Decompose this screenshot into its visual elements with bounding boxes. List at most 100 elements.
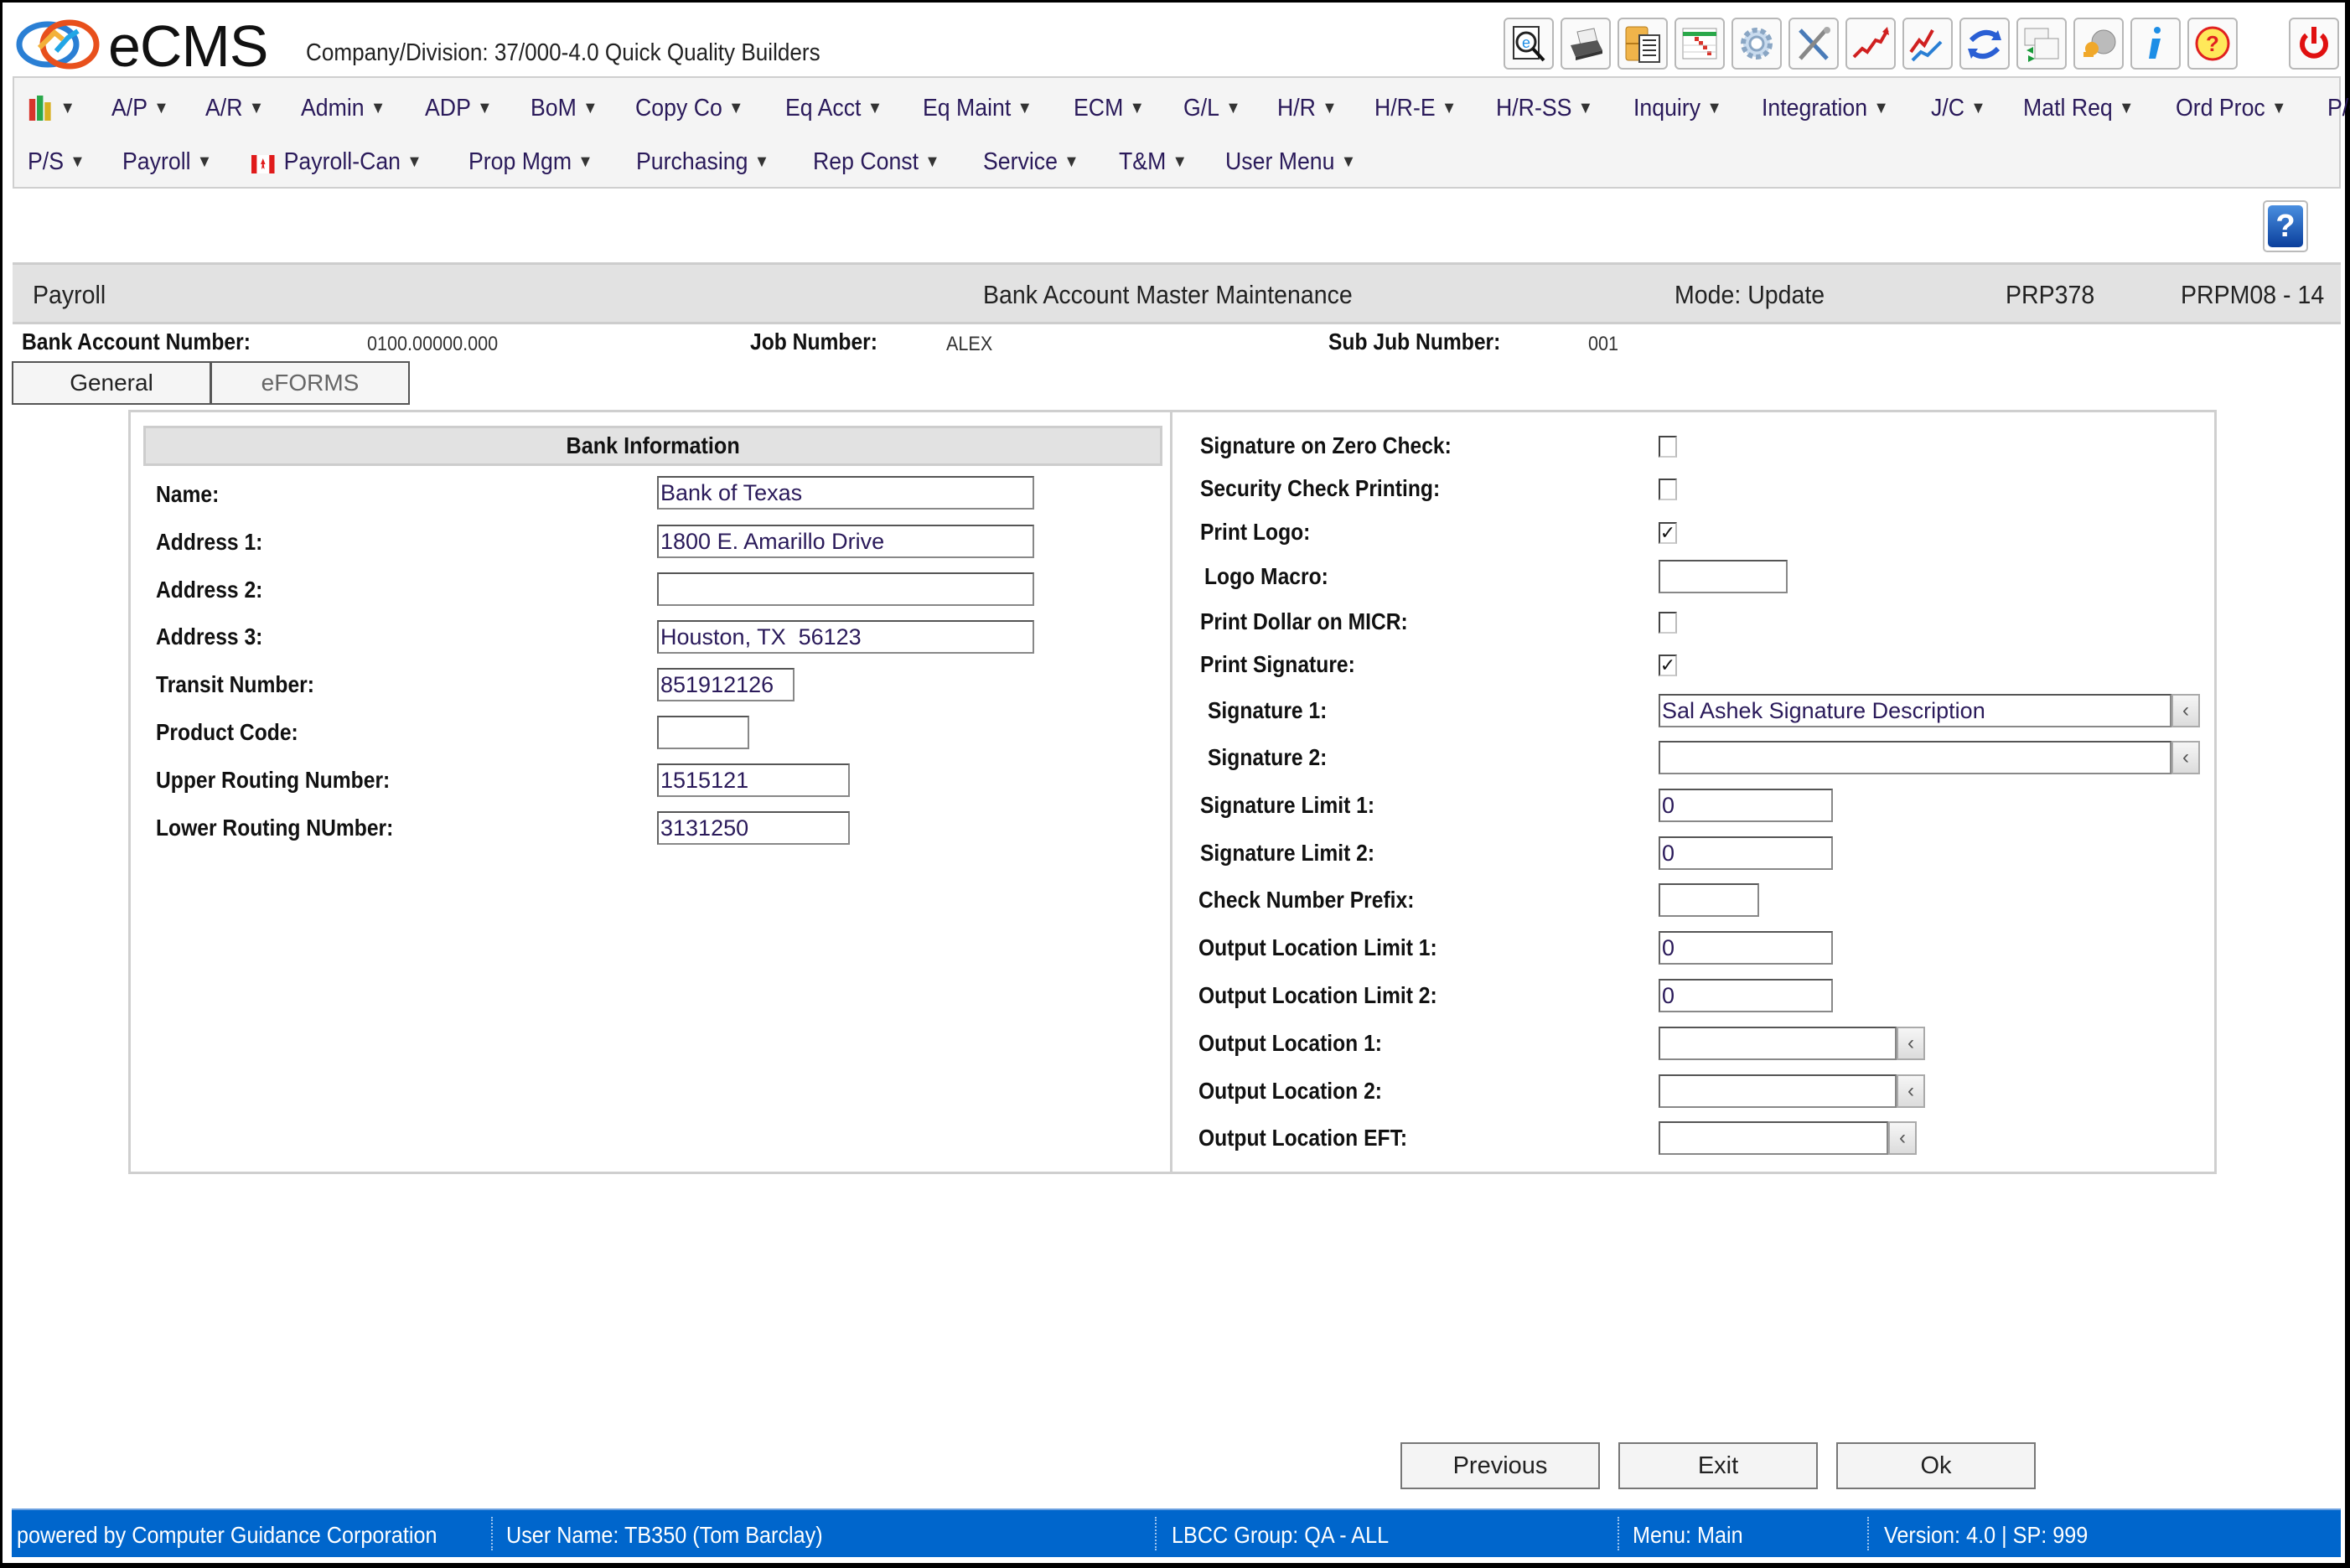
chevron-down-icon: ▼ xyxy=(1224,98,1241,117)
signature-limit-2-input[interactable] xyxy=(1659,836,1833,870)
menu-g-l[interactable]: G/L ▼ xyxy=(1183,95,1241,122)
output-location-2-input[interactable] xyxy=(1659,1074,1897,1108)
menu-inquiry[interactable]: Inquiry ▼ xyxy=(1633,95,1722,122)
upper-routing-label: Upper Routing Number: xyxy=(156,767,391,793)
exit-button[interactable]: Exit xyxy=(1618,1442,1818,1489)
output-location-1-input[interactable] xyxy=(1659,1027,1897,1060)
ok-button[interactable]: Ok xyxy=(1836,1442,2036,1489)
address-2-input[interactable] xyxy=(657,572,1034,606)
menu-a-p[interactable]: A/P ▼ xyxy=(111,95,169,122)
settings-button[interactable] xyxy=(1731,18,1782,70)
chevron-down-icon: ▼ xyxy=(924,152,940,171)
product-code-input[interactable] xyxy=(657,716,749,749)
window-switch-button[interactable] xyxy=(2016,18,2067,70)
page-help-button[interactable]: ? xyxy=(2263,200,2308,252)
menu-copy-co[interactable]: Copy Co ▼ xyxy=(635,95,743,122)
signature-zero-check-checkbox[interactable] xyxy=(1659,436,1677,458)
transit-number-input[interactable] xyxy=(657,668,795,701)
status-divider xyxy=(1155,1517,1157,1550)
menu-purchasing[interactable]: Purchasing ▼ xyxy=(636,148,769,176)
refresh-button[interactable] xyxy=(1959,18,2010,70)
help-button[interactable]: ? xyxy=(2187,18,2238,70)
bank-account-label: Bank Account Number: xyxy=(22,329,251,354)
menu-dashboard[interactable]: ▼ xyxy=(28,94,75,122)
logo-macro-input[interactable] xyxy=(1659,560,1788,593)
menu-label: Admin xyxy=(301,94,365,122)
menu-eq-acct[interactable]: Eq Acct ▼ xyxy=(785,95,883,122)
menu-admin[interactable]: Admin ▼ xyxy=(301,95,386,122)
address-2-label: Address 2: xyxy=(156,577,263,603)
tab-general[interactable]: General xyxy=(12,361,211,405)
print-button[interactable] xyxy=(1561,18,1611,70)
document-search-button[interactable]: e xyxy=(1504,18,1554,70)
menu-payroll-can[interactable]: Payroll-Can ▼ xyxy=(251,148,422,176)
chevron-down-icon: ▼ xyxy=(1970,98,1987,117)
output-location-eft-lookup-button[interactable]: ‹ xyxy=(1888,1121,1917,1155)
menu-ecm[interactable]: ECM ▼ xyxy=(1074,95,1145,122)
security-check-printing-checkbox[interactable] xyxy=(1659,479,1677,500)
signature-1-lookup-button[interactable]: ‹ xyxy=(2171,694,2200,727)
menu-h-r-e[interactable]: H/R-E ▼ xyxy=(1374,95,1457,122)
logout-button[interactable] xyxy=(2289,18,2339,70)
menu-h-r-ss[interactable]: H/R-SS ▼ xyxy=(1496,95,1593,122)
powered-by-text: powered by Computer Guidance Corporation xyxy=(17,1522,437,1548)
print-dollar-micr-checkbox[interactable] xyxy=(1659,612,1677,634)
keys-button[interactable] xyxy=(2073,18,2124,70)
output-location-limit-2-input[interactable] xyxy=(1659,979,1833,1012)
output-location-eft-input[interactable] xyxy=(1659,1121,1888,1155)
menu-prop-mgm[interactable]: Prop Mgm ▼ xyxy=(468,148,593,176)
file-cabinet-button[interactable] xyxy=(1618,18,1668,70)
menu-payroll[interactable]: Payroll ▼ xyxy=(122,148,212,176)
menu-integration[interactable]: Integration ▼ xyxy=(1762,95,1889,122)
lower-routing-input[interactable] xyxy=(657,811,850,845)
address-1-label: Address 1: xyxy=(156,529,263,555)
group-text: LBCC Group: QA - ALL xyxy=(1172,1522,1390,1548)
tools-button[interactable] xyxy=(1788,18,1839,70)
printer-icon xyxy=(1571,28,1602,60)
signature-2-label: Signature 2: xyxy=(1208,744,1328,770)
menu-adp[interactable]: ADP ▼ xyxy=(425,95,492,122)
menu-label: Payroll xyxy=(122,147,191,175)
upper-routing-input[interactable] xyxy=(657,763,850,797)
menu-j-c[interactable]: J/C ▼ xyxy=(1931,95,1986,122)
info-button[interactable] xyxy=(2130,18,2181,70)
signature-2-input[interactable] xyxy=(1659,741,2171,774)
menu-a-r[interactable]: A/R ▼ xyxy=(205,95,264,122)
menu-rep-const[interactable]: Rep Const ▼ xyxy=(813,148,940,176)
menu-bom[interactable]: BoM ▼ xyxy=(531,95,598,122)
compare-chart-button[interactable] xyxy=(1902,18,1953,70)
menu-label: G/L xyxy=(1183,94,1219,122)
output-location-1-lookup-button[interactable]: ‹ xyxy=(1897,1027,1925,1060)
menu-p-s[interactable]: P/S ▼ xyxy=(28,148,85,176)
menu-eq-maint[interactable]: Eq Maint ▼ xyxy=(923,95,1033,122)
print-signature-checkbox[interactable]: ✓ xyxy=(1659,655,1677,676)
menu-service[interactable]: Service ▼ xyxy=(983,148,1079,176)
menu-t-m[interactable]: T&M ▼ xyxy=(1119,148,1188,176)
output-location-2-lookup-button[interactable]: ‹ xyxy=(1897,1074,1925,1108)
address-1-input[interactable] xyxy=(657,525,1034,558)
previous-button[interactable]: Previous xyxy=(1400,1442,1600,1489)
address-3-label: Address 3: xyxy=(156,624,263,649)
job-number-value: ALEX xyxy=(946,333,993,355)
menu-user-menu[interactable]: User Menu ▼ xyxy=(1225,148,1356,176)
menu-p-c[interactable]: P/C▼ xyxy=(2327,95,2350,122)
menu-h-r[interactable]: H/R ▼ xyxy=(1277,95,1338,122)
print-logo-checkbox[interactable]: ✓ xyxy=(1659,522,1677,544)
signature-1-input[interactable] xyxy=(1659,694,2171,727)
status-divider xyxy=(1618,1517,1619,1550)
bank-information-heading: Bank Information xyxy=(143,426,1162,466)
spreadsheet-button[interactable] xyxy=(1675,18,1725,70)
check-number-prefix-input[interactable] xyxy=(1659,883,1759,917)
tab-eforms[interactable]: eFORMS xyxy=(210,361,410,405)
security-check-printing-label: Security Check Printing: xyxy=(1200,475,1441,501)
signature-2-lookup-button[interactable]: ‹ xyxy=(2171,741,2200,774)
menu-matl-req[interactable]: Matl Req ▼ xyxy=(2023,95,2134,122)
signature-limit-1-input[interactable] xyxy=(1659,789,1833,822)
menu-label: A/R xyxy=(205,94,243,122)
name-input[interactable] xyxy=(657,476,1034,510)
menu-ord-proc[interactable]: Ord Proc ▼ xyxy=(2176,95,2286,122)
trend-chart-button[interactable] xyxy=(1845,18,1896,70)
address-3-input[interactable] xyxy=(657,620,1034,654)
output-location-limit-1-input[interactable] xyxy=(1659,931,1833,965)
menu-label: A/P xyxy=(111,94,148,122)
